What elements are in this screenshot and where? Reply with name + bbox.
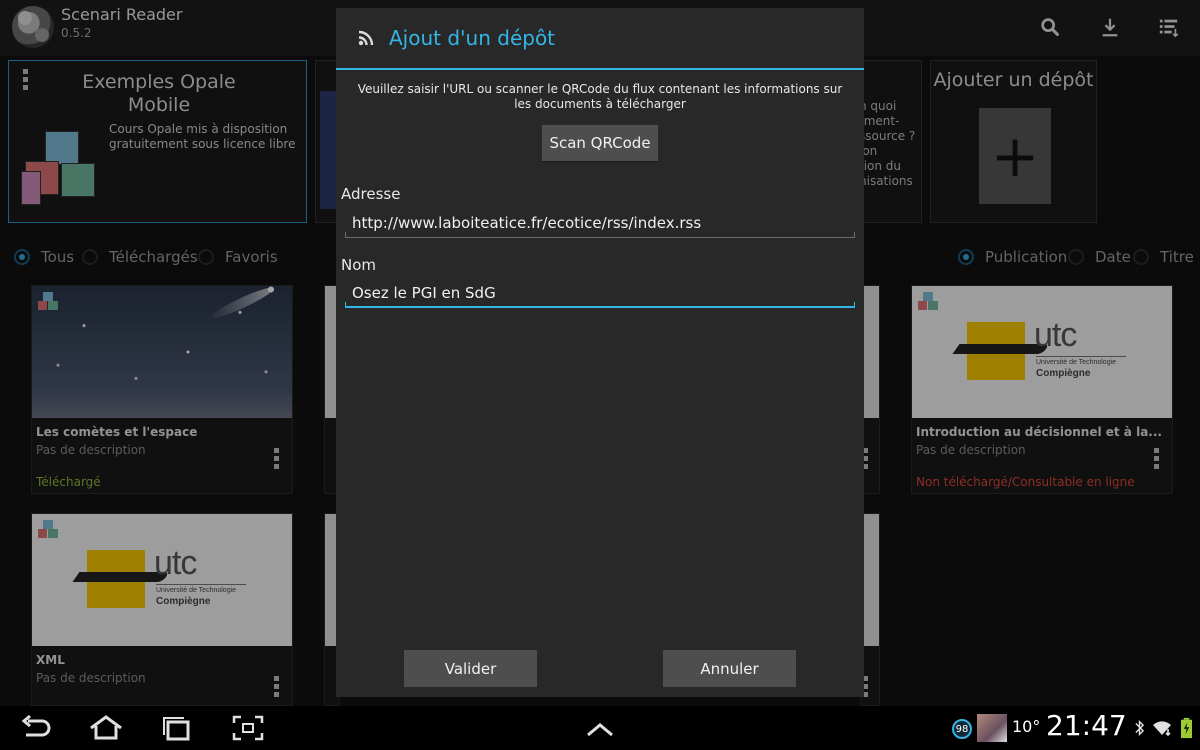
rss-feed-icon [358, 30, 374, 46]
recent-apps-icon[interactable] [156, 714, 196, 742]
address-input[interactable] [345, 208, 855, 238]
home-icon[interactable] [86, 714, 126, 742]
name-label: Nom [341, 256, 377, 274]
name-input[interactable] [345, 278, 855, 308]
add-repository-dialog: Ajout d'un dépôt Veuillez saisir l'URL o… [336, 8, 864, 697]
validate-button[interactable]: Valider [404, 650, 537, 687]
address-label: Adresse [341, 185, 401, 203]
wifi-icon [1152, 717, 1172, 739]
system-bar: 98 10° 21:47 [0, 706, 1200, 750]
dialog-title-divider [336, 68, 864, 70]
notification-photo[interactable] [977, 714, 1007, 742]
scan-qrcode-button[interactable]: Scan QRCode [542, 125, 658, 161]
temperature: 10° [1012, 717, 1041, 736]
screenshot-icon[interactable] [228, 714, 268, 742]
notification-badge[interactable]: 98 [952, 719, 972, 739]
back-icon[interactable] [16, 714, 56, 742]
dialog-message: Veuillez saisir l'URL ou scanner le QRCo… [357, 82, 843, 111]
bluetooth-icon [1129, 717, 1149, 739]
dialog-header: Ajout d'un dépôt [336, 8, 864, 70]
dialog-title: Ajout d'un dépôt [389, 26, 556, 50]
name-field-wrapper [345, 278, 855, 308]
battery-icon [1176, 717, 1196, 739]
cancel-button[interactable]: Annuler [663, 650, 796, 687]
clock[interactable]: 21:47 [1046, 709, 1127, 742]
chevron-up-icon[interactable] [580, 714, 620, 742]
address-field-wrapper [345, 208, 855, 238]
